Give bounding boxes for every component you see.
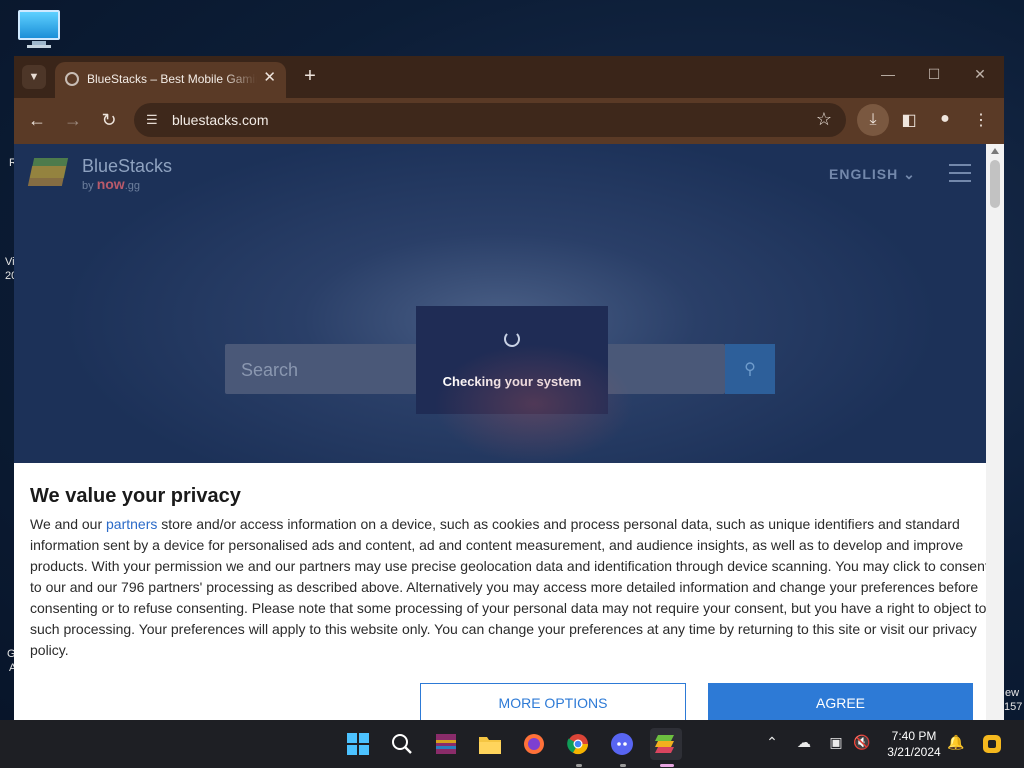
desktop-label-fragment: 157 (1004, 701, 1023, 713)
clock-time: 7:40 PM (891, 729, 937, 743)
reload-icon[interactable]: ↻ (98, 110, 120, 130)
search-icon[interactable] (386, 728, 418, 760)
search-button[interactable]: ⚲ (725, 344, 775, 394)
download-icon[interactable]: ⤓ (857, 104, 889, 136)
brand-gg: .gg (124, 180, 140, 192)
desktop-label-fragment: ew (1005, 687, 1020, 699)
notifications-bell-icon[interactable]: 🔔 (946, 734, 966, 751)
this-pc-desktop-icon[interactable] (18, 10, 60, 50)
network-icon[interactable]: ▣ (826, 734, 846, 751)
bluestacks-logo-icon[interactable] (27, 156, 72, 190)
consent-title: We value your privacy (30, 485, 241, 507)
maximize-button[interactable]: ☐ (924, 66, 944, 83)
globe-icon (65, 72, 79, 86)
page-viewport: BlueStacks by now.gg ENGLISH ⌄ Search ⚲ … (14, 144, 986, 720)
close-window-button[interactable]: ✕ (970, 66, 990, 83)
onedrive-icon[interactable]: ☁ (794, 734, 814, 751)
scroll-up-arrow-icon[interactable] (991, 148, 999, 154)
partners-link[interactable]: partners (106, 516, 157, 532)
discord-icon[interactable] (606, 728, 638, 760)
scrollbar-thumb[interactable] (990, 160, 1000, 208)
brand-by: by (82, 180, 94, 192)
chrome-icon[interactable] (562, 728, 594, 760)
brand-now: now (96, 176, 125, 192)
bookmark-star-icon[interactable]: ☆ (816, 109, 832, 130)
tab-close-icon[interactable]: ✕ (263, 70, 276, 86)
volume-muted-icon[interactable]: 🔇 (852, 734, 872, 751)
search-placeholder: Search (241, 360, 299, 380)
agree-button[interactable]: AGREE (708, 683, 973, 720)
brand-byline: by now.gg (82, 176, 140, 192)
search-icon: ⚲ (744, 361, 756, 378)
profile-icon[interactable]: ● (934, 110, 956, 128)
search-input[interactable]: Search (225, 344, 725, 394)
checking-text: Checking your system (442, 374, 582, 389)
tab-bluestacks[interactable]: BlueStacks – Best Mobile Gaming Platform… (55, 62, 286, 98)
chrome-running-indicator (576, 764, 582, 767)
site-info-icon[interactable]: ☰ (146, 112, 162, 128)
browser-window: ▼ BlueStacks – Best Mobile Gaming Platfo… (14, 56, 1004, 720)
tab-search-dropdown-icon[interactable]: ▼ (22, 65, 46, 89)
firefox-icon[interactable] (518, 728, 550, 760)
discord-running-indicator (620, 764, 626, 767)
page-scrollbar[interactable] (986, 144, 1004, 720)
show-hidden-icons-chevron-icon[interactable]: ⌃ (762, 734, 782, 751)
forward-arrow-icon[interactable]: → (62, 110, 84, 130)
winrar-icon[interactable] (430, 728, 462, 760)
browser-toolbar: ← → ↻ ☰ bluestacks.com ☆ ⤓ ◧ ● ⋮ (14, 98, 1004, 144)
hamburger-menu-icon[interactable] (949, 164, 971, 188)
clock[interactable]: 7:40 PM 3/21/2024 (880, 728, 948, 760)
checking-system-overlay: Checking your system (416, 306, 608, 414)
file-explorer-icon[interactable] (474, 728, 506, 760)
privacy-consent-dialog: We value your privacy We and our partner… (14, 463, 986, 720)
start-icon[interactable] (342, 728, 374, 760)
new-tab-button[interactable]: + (298, 65, 322, 87)
brand-name[interactable]: BlueStacks (82, 156, 172, 177)
loading-spinner-icon (504, 331, 520, 347)
tab-strip: ▼ BlueStacks – Best Mobile Gaming Platfo… (14, 56, 1004, 98)
consent-body-text: store and/or access information on a dev… (30, 516, 986, 658)
side-panel-icon[interactable]: ◧ (898, 110, 920, 130)
back-arrow-icon[interactable]: ← (26, 110, 48, 130)
tab-title: BlueStacks – Best Mobile Gaming Platform… (87, 72, 257, 86)
hero-section: BlueStacks by now.gg ENGLISH ⌄ Search ⚲ … (14, 144, 986, 464)
consent-body-intro: We and our (30, 516, 107, 532)
language-selector[interactable]: ENGLISH ⌄ (829, 166, 916, 183)
address-bar[interactable]: ☰ bluestacks.com ☆ (134, 103, 846, 137)
menu-kebab-icon[interactable]: ⋮ (970, 110, 992, 130)
more-options-button[interactable]: MORE OPTIONS (420, 683, 686, 720)
minimize-button[interactable]: — (878, 66, 898, 82)
active-app-indicator (660, 764, 674, 767)
copilot-icon[interactable] (976, 728, 1008, 760)
clock-date: 3/21/2024 (887, 745, 941, 759)
taskbar: ⌃ ☁ ▣ 🔇 7:40 PM 3/21/2024 🔔 (0, 720, 1024, 768)
url-text[interactable]: bluestacks.com (172, 112, 268, 128)
bluestacks-icon[interactable] (650, 728, 682, 760)
consent-body: We and our partners store and/or access … (30, 514, 986, 661)
